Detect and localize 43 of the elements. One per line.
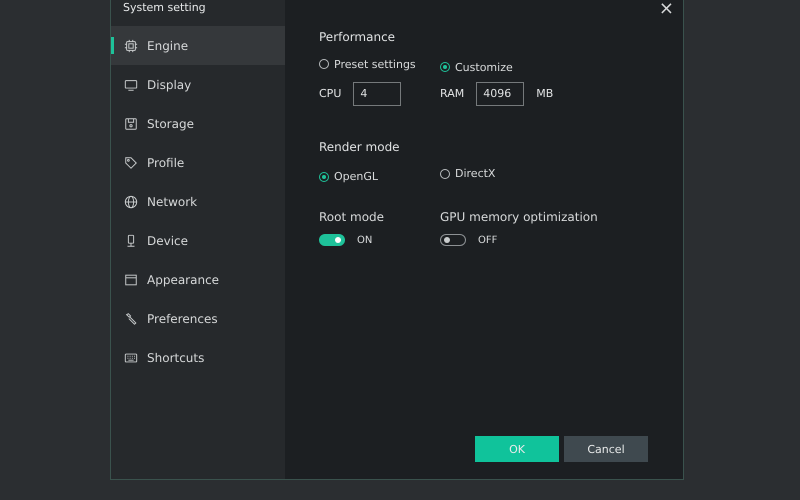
toggle-state: OFF xyxy=(478,234,498,246)
sidebar-item[interactable]: Device xyxy=(111,221,285,260)
sidebar-item[interactable]: Preferences xyxy=(111,299,285,338)
radio-label: DirectX xyxy=(455,167,496,180)
toggle-heading: GPU memory optimization xyxy=(440,210,598,224)
radio-option[interactable]: OpenGL xyxy=(319,170,378,183)
field-label: CPU xyxy=(319,87,342,100)
close-button[interactable]: × xyxy=(656,0,676,19)
radio-option[interactable]: Customize xyxy=(440,60,513,74)
radio-label: Customize xyxy=(455,60,513,74)
cancel-button[interactable]: Cancel xyxy=(564,436,648,462)
radio-button[interactable] xyxy=(440,168,450,178)
toggle-heading: Root mode xyxy=(319,210,384,224)
toggle-switch[interactable] xyxy=(319,234,345,246)
ram-input-field[interactable]: 4096 xyxy=(476,82,524,106)
section-heading: Performance xyxy=(319,30,396,44)
cpu-input-field[interactable]: 4 xyxy=(353,82,402,106)
sidebar-item[interactable]: Display xyxy=(111,65,285,104)
unit-label: MB xyxy=(536,87,554,100)
radio-button[interactable] xyxy=(319,172,329,182)
radio-button[interactable] xyxy=(319,59,329,69)
radio-option[interactable]: DirectX xyxy=(440,167,496,180)
sidebar-item[interactable]: Shortcuts xyxy=(111,338,285,377)
sidebar-item[interactable]: Engine xyxy=(111,26,285,65)
toggle-switch[interactable] xyxy=(440,234,466,246)
window-icon xyxy=(124,272,138,286)
toggle-state: ON xyxy=(357,234,372,246)
monitor-icon xyxy=(124,78,138,92)
dialog-title: System setting xyxy=(122,0,207,16)
globe-icon xyxy=(124,194,138,208)
radio-option[interactable]: Preset settings xyxy=(319,58,416,70)
sidebar-item[interactable]: Profile xyxy=(111,143,285,182)
chip-icon xyxy=(124,38,138,52)
sidebar-item[interactable]: Network xyxy=(111,182,285,221)
sidebar-item[interactable]: Storage xyxy=(111,104,285,143)
keyboard-icon xyxy=(124,350,138,364)
tag-icon xyxy=(124,156,138,170)
sidebar-item[interactable]: Appearance xyxy=(111,260,285,299)
field-label: RAM xyxy=(440,87,464,100)
section-heading: Render mode xyxy=(319,140,400,154)
radio-label: Preset settings xyxy=(334,58,416,70)
radio-button[interactable] xyxy=(440,62,450,72)
radio-label: OpenGL xyxy=(334,170,378,183)
